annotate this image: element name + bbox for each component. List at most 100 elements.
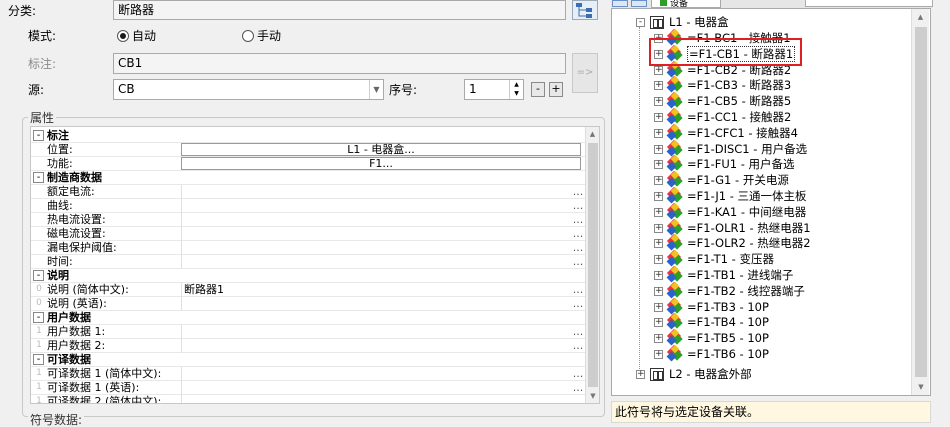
property-row[interactable]: 1 可译数据 1 (简体中文):...: [31, 367, 586, 381]
tree-item[interactable]: =F1-KA1 - 中间继电器: [687, 204, 806, 220]
property-row[interactable]: 功能: F1...: [31, 157, 586, 171]
tree-item[interactable]: =F1-TB1 - 进线端子: [687, 267, 793, 283]
spin-down-icon[interactable]: ▼: [509, 89, 523, 99]
property-value[interactable]: [181, 367, 581, 381]
plus-button[interactable]: +: [549, 82, 563, 97]
tree-item[interactable]: =F1-G1 - 开关电源: [687, 172, 789, 188]
expand-icon[interactable]: +: [654, 160, 663, 170]
mode-manual-label[interactable]: 手动: [257, 28, 281, 44]
tab-devices[interactable]: 设备: [651, 0, 721, 8]
tree-item[interactable]: =F1-OLR2 - 热继电器2: [687, 235, 811, 251]
property-value[interactable]: [181, 255, 581, 269]
collapse-toggle-icon[interactable]: -: [33, 172, 44, 183]
ellipsis-button[interactable]: ...: [572, 367, 584, 380]
tab-icon-2[interactable]: [631, 0, 647, 7]
mode-auto-label[interactable]: 自动: [132, 28, 156, 44]
ellipsis-button[interactable]: ...: [572, 297, 584, 310]
property-value[interactable]: 断路器1: [181, 283, 581, 297]
property-row[interactable]: 额定电流:...: [31, 185, 586, 199]
ellipsis-button[interactable]: ...: [572, 185, 584, 198]
property-row[interactable]: 1 用户数据 2:...: [31, 339, 586, 353]
mode-auto-radio[interactable]: [117, 30, 129, 42]
property-row[interactable]: 1 可译数据 2 (简体中文):: [31, 395, 586, 403]
property-row[interactable]: 位置: L1 - 电器盒...: [31, 143, 586, 157]
expand-icon[interactable]: +: [654, 207, 663, 217]
expand-icon[interactable]: +: [654, 318, 663, 328]
ellipsis-button[interactable]: ...: [572, 283, 584, 296]
ellipsis-button[interactable]: ...: [572, 381, 584, 394]
property-row[interactable]: 磁电流设置:...: [31, 227, 586, 241]
tab-icon-1[interactable]: [612, 0, 628, 7]
ellipsis-button[interactable]: ...: [572, 213, 584, 226]
scroll-up-icon[interactable]: ▲: [586, 127, 599, 141]
property-row[interactable]: 时间:...: [31, 255, 586, 269]
mode-manual-radio[interactable]: [242, 30, 254, 42]
property-category[interactable]: - 说明: [31, 269, 586, 283]
property-category[interactable]: - 用户数据: [31, 311, 586, 325]
property-value[interactable]: [181, 297, 581, 311]
expand-icon[interactable]: +: [654, 65, 663, 75]
property-value[interactable]: [181, 339, 581, 353]
collapse-toggle-icon[interactable]: -: [33, 312, 44, 323]
tree-item[interactable]: =F1-T1 - 变压器: [687, 251, 774, 267]
expand-icon[interactable]: +: [654, 239, 663, 249]
tree-item[interactable]: =F1-FU1 - 用户备选: [687, 156, 795, 172]
expand-icon[interactable]: +: [636, 370, 645, 379]
property-value[interactable]: [181, 185, 581, 199]
ellipsis-button[interactable]: ...: [572, 339, 584, 352]
property-category[interactable]: - 标注: [31, 129, 586, 143]
tree-scroll-up-icon[interactable]: ▲: [912, 9, 929, 25]
tree-item[interactable]: L1 - 电器盒: [669, 14, 729, 30]
source-combo[interactable]: CB ▼: [113, 79, 384, 100]
expand-icon[interactable]: +: [654, 255, 663, 265]
collapse-toggle-icon[interactable]: -: [33, 130, 44, 141]
minus-button[interactable]: -: [531, 82, 545, 97]
expand-icon[interactable]: +: [654, 144, 663, 154]
assign-button[interactable]: =>: [572, 53, 598, 93]
expand-icon[interactable]: +: [654, 128, 663, 138]
property-category[interactable]: - 制造商数据: [31, 171, 586, 185]
property-category[interactable]: - 可译数据: [31, 353, 586, 367]
tree-item[interactable]: =F1-OLR1 - 热继电器1: [687, 220, 811, 236]
tree-item[interactable]: =F1-TB5 - 10P: [687, 330, 769, 346]
property-row[interactable]: 曲线:...: [31, 199, 586, 213]
tree-item[interactable]: =F1-CB3 - 断路器3: [687, 77, 791, 93]
property-row[interactable]: 热电流设置:...: [31, 213, 586, 227]
ellipsis-button[interactable]: ...: [572, 241, 584, 254]
property-value[interactable]: [181, 381, 581, 395]
expand-icon[interactable]: +: [654, 192, 663, 201]
tree-scroll-down-icon[interactable]: ▼: [912, 379, 930, 395]
category-browse-button[interactable]: [572, 0, 598, 20]
expand-icon[interactable]: +: [654, 223, 663, 233]
tree-item[interactable]: =F1-TB4 - 10P: [687, 314, 769, 330]
property-value[interactable]: [181, 227, 581, 241]
ellipsis-button[interactable]: ...: [572, 199, 584, 212]
collapse-toggle-icon[interactable]: -: [33, 354, 44, 365]
ellipsis-button[interactable]: ...: [572, 255, 584, 268]
tree-item[interactable]: =F1-TB6 - 10P: [687, 346, 769, 362]
property-row[interactable]: 0 说明 (英语):...: [31, 297, 586, 311]
property-scrollbar[interactable]: ▲ ▼: [585, 127, 599, 403]
tree-item[interactable]: =F1-TB3 - 10P: [687, 299, 769, 315]
expand-icon[interactable]: +: [654, 350, 663, 359]
tree-search-input[interactable]: [805, 0, 933, 7]
scroll-down-icon[interactable]: ▼: [586, 389, 600, 403]
expand-icon[interactable]: +: [654, 176, 663, 186]
expand-icon[interactable]: +: [654, 97, 663, 107]
property-row[interactable]: 漏电保护阈值:...: [31, 241, 586, 255]
tree-scroll-thumb[interactable]: [915, 27, 927, 377]
tree-item[interactable]: =F1-CC1 - 接触器2: [687, 109, 791, 125]
property-value[interactable]: L1 - 电器盒...: [181, 143, 581, 156]
tree-item[interactable]: =F1-CFC1 - 接触器4: [687, 125, 798, 141]
property-row[interactable]: 1 可译数据 1 (英语):...: [31, 381, 586, 395]
ellipsis-button[interactable]: ...: [572, 325, 584, 338]
property-row[interactable]: 1 用户数据 1:...: [31, 325, 586, 339]
expand-icon[interactable]: +: [654, 81, 663, 91]
tree-item[interactable]: L2 - 电器盒外部: [669, 366, 752, 382]
scroll-thumb[interactable]: [588, 143, 598, 387]
tree-item[interactable]: =F1-DISC1 - 用户备选: [687, 141, 807, 157]
property-row[interactable]: 0 说明 (简体中文): 断路器1...: [31, 283, 586, 297]
property-value[interactable]: [181, 213, 581, 227]
property-value[interactable]: [181, 325, 581, 339]
tree-item[interactable]: =F1-CB5 - 断路器5: [687, 93, 791, 109]
